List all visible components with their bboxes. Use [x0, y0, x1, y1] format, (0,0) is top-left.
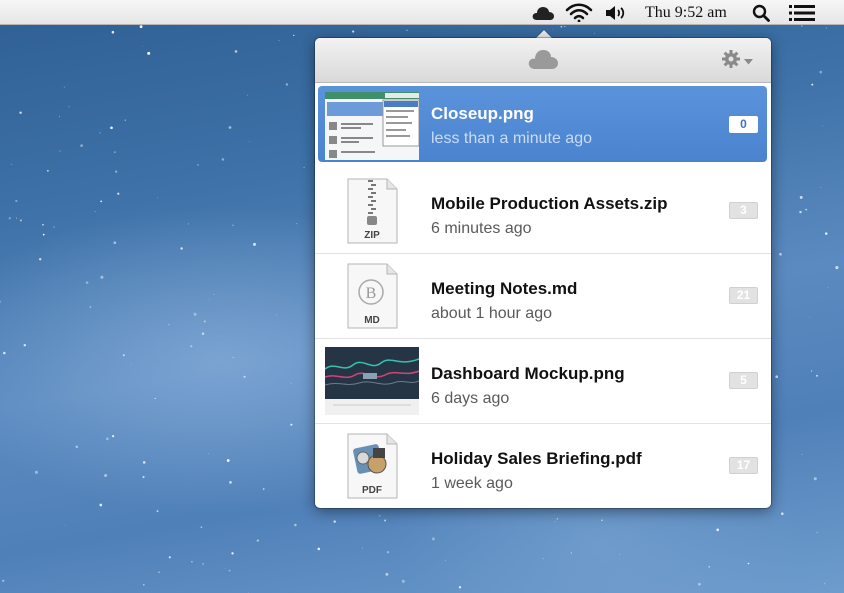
file-type-label: MD — [364, 315, 380, 326]
file-row[interactable]: PDF Holiday Sales Briefing.pdf 1 week ag… — [315, 424, 771, 508]
file-name: Closeup.png — [431, 104, 534, 123]
gear-icon — [721, 49, 741, 74]
list-icon[interactable] — [787, 3, 817, 22]
file-list: Closeup.png less than a minute ago 0 ZIP… — [315, 84, 771, 508]
dashboard-thumbnail — [324, 347, 420, 415]
wifi-icon[interactable] — [564, 3, 594, 22]
view-count-badge: 21 — [729, 287, 758, 304]
file-row[interactable]: Dashboard Mockup.png 6 days ago 5 — [315, 339, 771, 424]
file-type-label: PDF — [362, 485, 382, 496]
view-count-badge: 17 — [729, 457, 758, 474]
search-icon[interactable] — [750, 3, 772, 22]
svg-text:B: B — [366, 285, 377, 302]
screenshot-thumbnail — [325, 92, 420, 160]
view-count-badge: 5 — [729, 372, 758, 389]
file-name: Dashboard Mockup.png — [431, 364, 625, 383]
file-row[interactable]: B MD Meeting Notes.md about 1 hour ago 2… — [315, 254, 771, 339]
file-row[interactable]: Closeup.png less than a minute ago 0 — [318, 86, 767, 162]
file-name: Mobile Production Assets.zip — [431, 194, 668, 213]
file-name: Meeting Notes.md — [431, 279, 578, 298]
file-name: Holiday Sales Briefing.pdf — [431, 449, 642, 468]
markdown-file-icon: B MD — [325, 262, 419, 330]
file-time: less than a minute ago — [431, 130, 592, 147]
file-time: 6 days ago — [431, 390, 510, 407]
cloud-icon[interactable] — [530, 3, 556, 22]
volume-icon[interactable] — [604, 3, 628, 22]
popover-header — [315, 38, 771, 83]
file-time: 1 week ago — [431, 475, 513, 492]
pdf-file-icon: PDF — [325, 432, 419, 500]
view-count-badge: 0 — [729, 116, 758, 133]
file-time: about 1 hour ago — [431, 305, 552, 322]
settings-button[interactable] — [721, 49, 757, 74]
file-time: 6 minutes ago — [431, 220, 532, 237]
view-count-badge: 3 — [729, 202, 758, 219]
file-type-label: ZIP — [364, 230, 380, 241]
menu-bar: Thu 9:52 am — [0, 0, 844, 25]
menu-clock[interactable]: Thu 9:52 am — [645, 4, 727, 22]
file-row[interactable]: ZIP Mobile Production Assets.zip 6 minut… — [315, 169, 771, 254]
zip-file-icon: ZIP — [325, 177, 419, 245]
cloud-popover: Closeup.png less than a minute ago 0 ZIP… — [315, 38, 771, 508]
cloud-icon — [527, 48, 559, 75]
chevron-down-icon — [744, 52, 753, 70]
